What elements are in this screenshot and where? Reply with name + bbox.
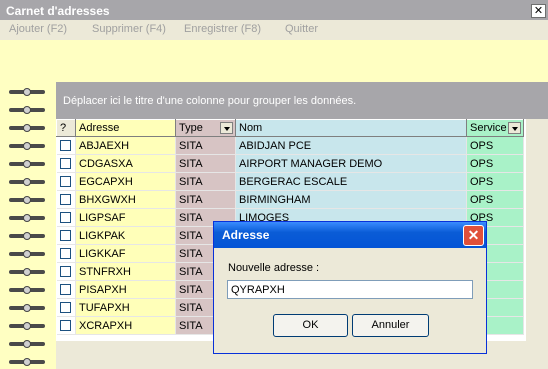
table-row[interactable]: ABJAEXH SITA ABIDJAN PCE OPS (56, 136, 524, 155)
checkbox[interactable] (59, 266, 71, 278)
group-by-panel[interactable]: Déplacer ici le titre d'une colonne pour… (56, 82, 548, 119)
cell-adresse[interactable]: LIGKKAF (75, 244, 176, 263)
spiral-ring-icon (9, 178, 45, 186)
filter-dropdown-icon[interactable] (220, 122, 233, 134)
checkbox[interactable] (59, 176, 71, 188)
delete-button[interactable]: Supprimer (F4) (92, 23, 166, 35)
cell-adresse[interactable]: EGCAPXH (75, 172, 176, 191)
close-icon[interactable]: ✕ (531, 4, 546, 18)
column-header-service[interactable]: Service (466, 119, 524, 137)
checkbox[interactable] (59, 230, 71, 242)
cell-adresse[interactable]: XCRAPXH (75, 316, 176, 335)
save-button[interactable]: Enregistrer (F8) (184, 23, 261, 35)
row-checkbox[interactable] (56, 298, 76, 317)
cell-service[interactable]: OPS (466, 172, 524, 191)
table-row[interactable]: CDGASXA SITA AIRPORT MANAGER DEMO OPS (56, 154, 524, 173)
cell-nom[interactable]: BIRMINGHAM (235, 190, 467, 209)
spiral-ring-icon (9, 286, 45, 294)
cell-nom[interactable]: AIRPORT MANAGER DEMO (235, 154, 467, 173)
spiral-ring-icon (9, 250, 45, 258)
cell-adresse[interactable]: STNFRXH (75, 262, 176, 281)
cell-type[interactable]: SITA (175, 172, 236, 191)
spiral-ring-icon (9, 160, 45, 168)
dialog-title-bar[interactable]: Adresse (214, 222, 486, 248)
row-checkbox[interactable] (56, 226, 76, 245)
cell-adresse[interactable]: LIGKPAK (75, 226, 176, 245)
spiral-ring-icon (9, 340, 45, 348)
row-checkbox[interactable] (56, 262, 76, 281)
checkbox[interactable] (59, 140, 71, 152)
cell-nom[interactable]: ABIDJAN PCE (235, 136, 467, 155)
grid-header-row: ? Adresse Type Nom Service (56, 119, 524, 137)
cancel-button[interactable]: Annuler (352, 314, 429, 337)
table-row[interactable]: BHXGWXH SITA BIRMINGHAM OPS (56, 190, 524, 209)
row-checkbox[interactable] (56, 172, 76, 191)
cell-adresse[interactable]: ABJAEXH (75, 136, 176, 155)
row-checkbox[interactable] (56, 280, 76, 299)
cell-adresse[interactable]: PISAPXH (75, 280, 176, 299)
table-row[interactable]: EGCAPXH SITA BERGERAC ESCALE OPS (56, 172, 524, 191)
checkbox[interactable] (59, 302, 71, 314)
window-title: Carnet d'adresses (6, 4, 110, 18)
cell-adresse[interactable]: LIGPSAF (75, 208, 176, 227)
row-checkbox[interactable] (56, 316, 76, 335)
dialog-close-icon[interactable]: ✕ (463, 225, 484, 246)
column-header-nom[interactable]: Nom (235, 119, 467, 137)
spiral-ring-icon (9, 268, 45, 276)
row-checkbox[interactable] (56, 136, 76, 155)
spiral-ring-icon (9, 232, 45, 240)
ok-button[interactable]: OK (273, 314, 348, 337)
checkbox[interactable] (59, 212, 71, 224)
window-title-bar: Carnet d'adresses (0, 0, 548, 20)
new-address-label: Nouvelle adresse : (228, 262, 320, 274)
cell-nom[interactable]: BERGERAC ESCALE (235, 172, 467, 191)
grid-margin (526, 119, 548, 369)
checkbox[interactable] (59, 248, 71, 260)
add-button[interactable]: Ajouter (F2) (9, 23, 67, 35)
column-header-type[interactable]: Type (175, 119, 236, 137)
spiral-ring-icon (9, 196, 45, 204)
spiral-binding (0, 82, 56, 369)
dialog-title: Adresse (222, 228, 270, 242)
cell-service[interactable]: OPS (466, 190, 524, 209)
checkbox[interactable] (59, 284, 71, 296)
header-area (0, 40, 548, 82)
spiral-ring-icon (9, 106, 45, 114)
checkbox[interactable] (59, 194, 71, 206)
group-by-hint: Déplacer ici le titre d'une colonne pour… (63, 95, 357, 107)
checkbox[interactable] (59, 320, 71, 332)
cell-type[interactable]: SITA (175, 136, 236, 155)
spiral-ring-icon (9, 214, 45, 222)
spiral-ring-icon (9, 358, 45, 366)
filter-dropdown-icon[interactable] (508, 122, 521, 134)
cell-adresse[interactable]: BHXGWXH (75, 190, 176, 209)
cell-type[interactable]: SITA (175, 154, 236, 173)
column-header-check[interactable]: ? (56, 119, 76, 137)
row-checkbox[interactable] (56, 208, 76, 227)
cell-service[interactable]: OPS (466, 136, 524, 155)
checkbox[interactable] (59, 158, 71, 170)
row-checkbox[interactable] (56, 154, 76, 173)
cell-adresse[interactable]: CDGASXA (75, 154, 176, 173)
spiral-ring-icon (9, 124, 45, 132)
column-header-adresse[interactable]: Adresse (75, 119, 176, 137)
spiral-ring-icon (9, 304, 45, 312)
toolbar: Ajouter (F2) Supprimer (F4) Enregistrer … (0, 20, 548, 40)
cell-adresse[interactable]: TUFAPXH (75, 298, 176, 317)
spiral-ring-icon (9, 88, 45, 96)
spiral-ring-icon (9, 142, 45, 150)
column-header-type-label: Type (179, 122, 203, 134)
cell-service[interactable]: OPS (466, 154, 524, 173)
spiral-ring-icon (9, 322, 45, 330)
cell-type[interactable]: SITA (175, 190, 236, 209)
column-header-service-label: Service (470, 122, 507, 134)
quit-button[interactable]: Quitter (285, 23, 318, 35)
row-checkbox[interactable] (56, 190, 76, 209)
row-checkbox[interactable] (56, 244, 76, 263)
new-address-input[interactable] (227, 280, 473, 299)
